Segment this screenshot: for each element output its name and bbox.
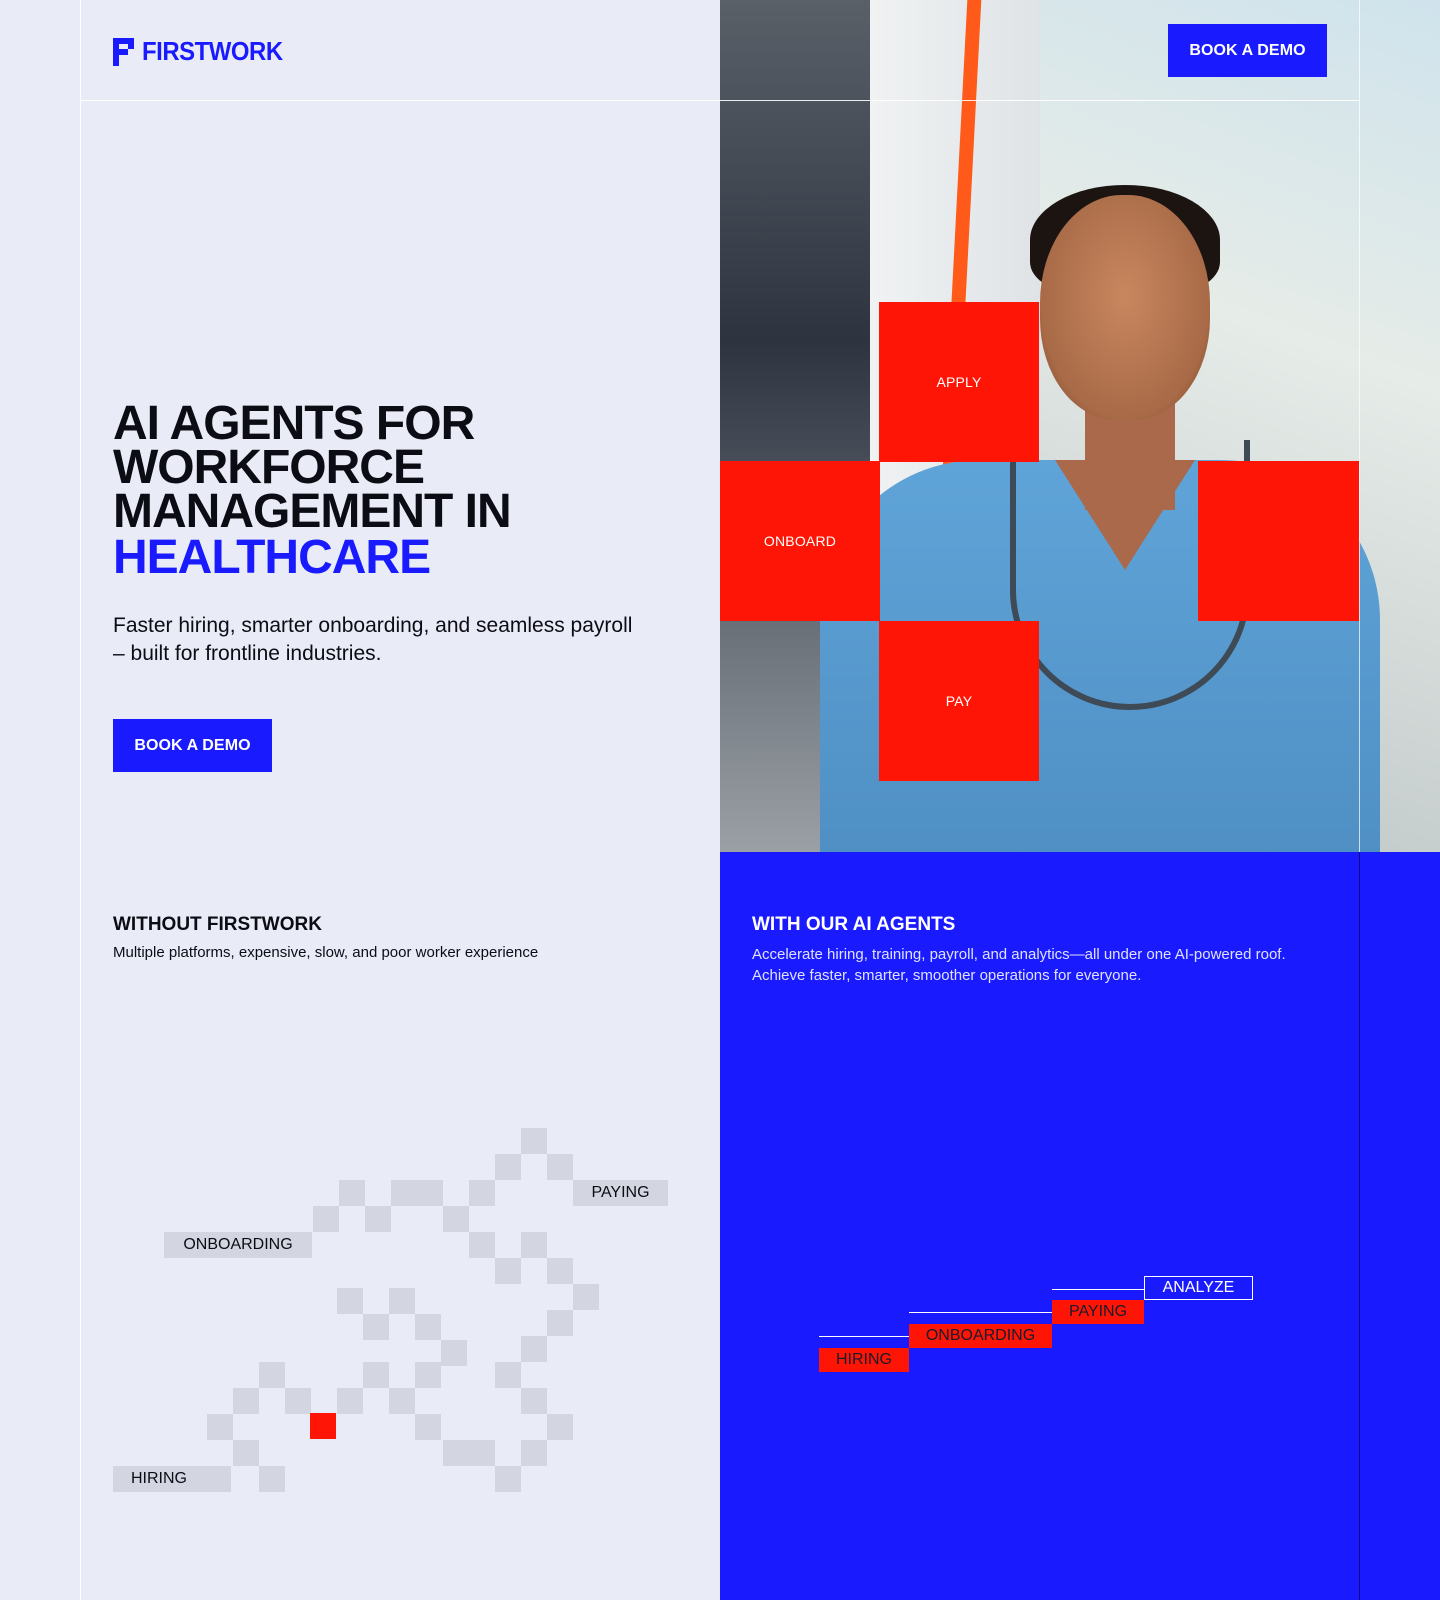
step-hiring: HIRING [819,1348,909,1372]
path-pixel [521,1388,547,1414]
path-pixel [339,1180,365,1206]
path-pixel [337,1288,363,1314]
path-pixel [415,1362,441,1388]
headline-line-2: WORKFORCE [113,441,425,494]
step-connector [909,1312,1052,1313]
tile-pay-label: PAY [945,693,973,709]
path-pixel [313,1206,339,1232]
path-pixel [495,1154,521,1180]
path-pixel [391,1180,443,1206]
path-pixel [285,1388,311,1414]
label-onboarding: ONBOARDING [164,1232,312,1258]
label-paying: PAYING [573,1180,668,1206]
hero-image [720,0,1440,852]
path-pixel [443,1206,469,1232]
frame-divider-left [80,0,81,1600]
path-pixel [521,1440,547,1466]
firstwork-logo-icon [113,37,134,66]
step-onboarding: ONBOARDING [909,1324,1052,1348]
path-pixel [363,1314,389,1340]
path-pixel [495,1258,521,1284]
frame-divider-right-blue [1359,852,1360,1600]
path-pixel [547,1154,573,1180]
step-connector [819,1336,909,1337]
path-pixel [233,1388,259,1414]
header-divider [80,100,1360,101]
hero-headline: AI AGENTS FOR WORKFORCE MANAGEMENT IN HE… [113,397,673,584]
label-hiring: HIRING [113,1466,231,1492]
headline-line-1: AI AGENTS FOR [113,397,475,450]
without-description: Multiple platforms, expensive, slow, and… [113,944,539,961]
path-pixel [207,1414,233,1440]
without-title: WITHOUT FIRSTWORK [113,914,322,935]
path-pixel [441,1340,467,1366]
book-demo-button-header[interactable]: BOOK A DEMO [1168,24,1327,77]
headline-accent: HEALTHCARE [113,531,431,584]
path-pixel [547,1258,573,1284]
tile-apply: APPLY [879,302,1039,462]
tile-onboard: ONBOARD [720,461,880,621]
brand-name: FIRSTWORK [142,36,283,66]
tile-onboard-label: ONBOARD [763,533,837,549]
path-pixel [259,1466,285,1492]
step-connector [1052,1289,1144,1290]
path-pixel [389,1388,415,1414]
with-description: Accelerate hiring, training, payroll, an… [752,946,1286,984]
path-pixel [365,1206,391,1232]
path-pixel [415,1314,441,1340]
tile-decorative [1198,461,1359,621]
hero-subtitle: Faster hiring, smarter onboarding, and s… [113,614,633,665]
nurse-face [1040,195,1210,420]
path-pixel [521,1336,547,1362]
path-pixel [443,1440,495,1466]
step-paying: PAYING [1052,1300,1144,1324]
path-pixel [469,1232,495,1258]
path-pixel [389,1288,415,1314]
path-pixel [573,1284,599,1310]
book-demo-button-hero[interactable]: BOOK A DEMO [113,719,272,772]
path-pixel [521,1232,547,1258]
path-pixel [337,1388,363,1414]
path-pixel [233,1440,259,1466]
with-title: WITH OUR AI AGENTS [752,914,956,935]
tile-apply-label: APPLY [936,374,982,390]
step-analyze: ANALYZE [1144,1276,1253,1300]
path-pixel [259,1362,285,1388]
path-pixel [547,1310,573,1336]
brand-logo[interactable]: FIRSTWORK [113,36,295,67]
path-pixel [495,1466,521,1492]
path-pixel [469,1180,495,1206]
path-pixel [415,1414,441,1440]
path-pixel [521,1128,547,1154]
path-pixel [495,1362,521,1388]
path-pixel-current [310,1413,336,1439]
path-pixel [363,1362,389,1388]
path-pixel [547,1414,573,1440]
tile-pay: PAY [879,621,1039,781]
headline-line-3: MANAGEMENT IN [113,485,512,538]
